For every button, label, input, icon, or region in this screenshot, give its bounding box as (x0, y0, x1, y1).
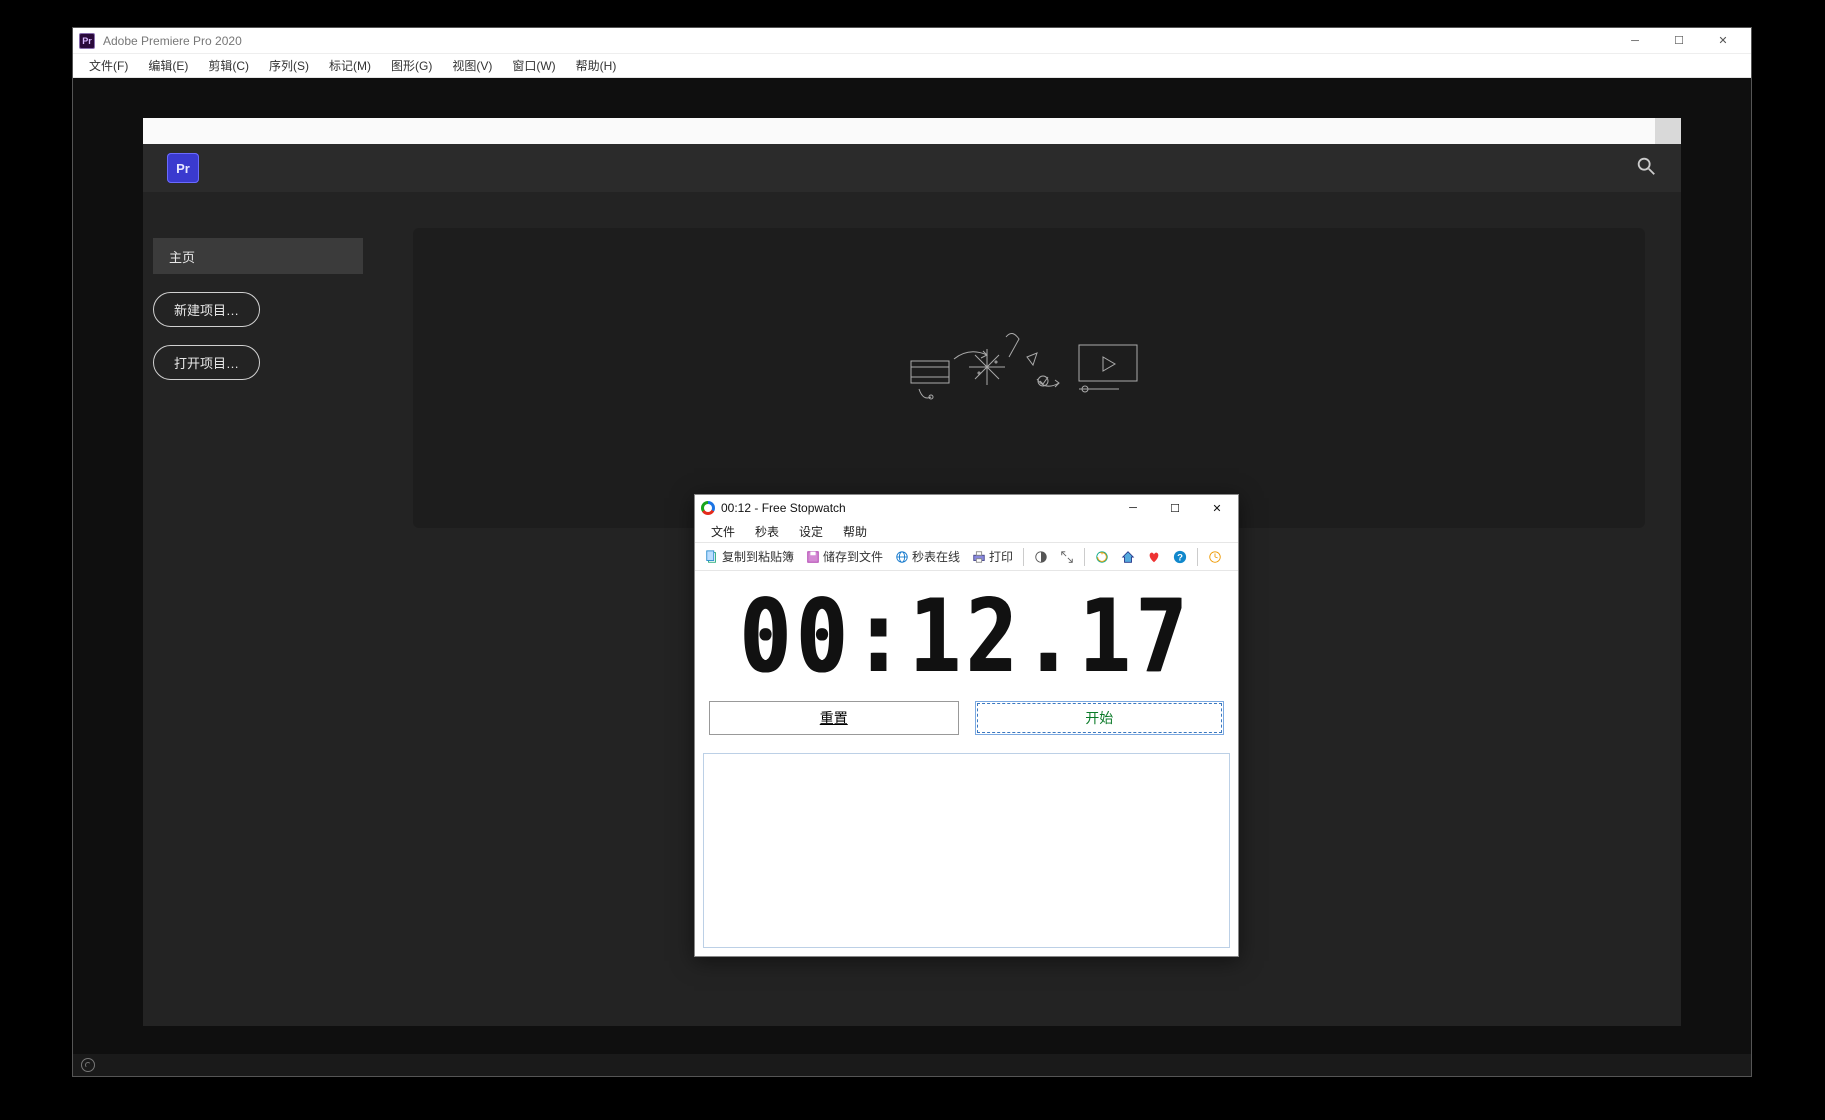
search-icon[interactable] (1635, 155, 1657, 182)
sw-menu-stopwatch[interactable]: 秒表 (745, 521, 789, 542)
copy-label: 复制到粘贴簿 (722, 548, 794, 565)
home-whitebar (143, 118, 1681, 144)
save-label: 储存到文件 (823, 548, 883, 565)
refresh-button[interactable] (1091, 548, 1113, 566)
fullscreen-button[interactable] (1056, 548, 1078, 566)
online-label: 秒表在线 (912, 548, 960, 565)
stopwatch-window: 00:12 - Free Stopwatch ─ ☐ ✕ 文件 秒表 设定 帮助… (694, 494, 1239, 957)
stopwatch-online-button[interactable]: 秒表在线 (891, 546, 964, 567)
copy-to-clipboard-button[interactable]: 复制到粘贴簿 (701, 546, 798, 567)
contrast-icon (1034, 550, 1048, 564)
save-to-file-button[interactable]: 储存到文件 (802, 546, 887, 567)
stopwatch-menubar: 文件 秒表 设定 帮助 (695, 521, 1238, 543)
svg-text:?: ? (1177, 552, 1183, 563)
premiere-app-icon: Pr (79, 33, 95, 49)
print-button[interactable]: 打印 (968, 546, 1017, 567)
sw-maximize-button[interactable]: ☐ (1154, 495, 1196, 521)
printer-icon (972, 550, 986, 564)
print-label: 打印 (989, 548, 1013, 565)
clipboard-icon (705, 550, 719, 564)
premiere-logo-icon: Pr (167, 153, 199, 183)
heart-icon (1147, 550, 1161, 564)
welcome-illustration-icon (909, 331, 1149, 426)
minimize-button[interactable]: ─ (1613, 29, 1657, 53)
sw-close-button[interactable]: ✕ (1196, 495, 1238, 521)
favorite-button[interactable] (1143, 548, 1165, 566)
menu-window[interactable]: 窗口(W) (502, 55, 565, 76)
reset-button[interactable]: 重置 (709, 701, 959, 735)
sw-menu-help[interactable]: 帮助 (833, 521, 877, 542)
sw-minimize-button[interactable]: ─ (1112, 495, 1154, 521)
help-button[interactable]: ? (1169, 548, 1191, 566)
menu-clip[interactable]: 剪辑(C) (198, 55, 259, 76)
menu-sequence[interactable]: 序列(S) (259, 55, 319, 76)
stopwatch-app-icon (701, 501, 715, 515)
menu-view[interactable]: 视图(V) (442, 55, 502, 76)
time-display: 00:12.17 (695, 571, 1238, 701)
close-button[interactable]: ✕ (1701, 29, 1745, 53)
save-icon (806, 550, 820, 564)
creative-cloud-icon[interactable] (81, 1058, 95, 1072)
laps-list[interactable] (703, 753, 1230, 948)
stopwatch-title: 00:12 - Free Stopwatch (721, 501, 846, 515)
home-button[interactable] (1117, 548, 1139, 566)
question-icon: ? (1173, 550, 1187, 564)
whitebar-corner (1655, 118, 1681, 144)
home-icon (1121, 550, 1135, 564)
menu-file[interactable]: 文件(F) (79, 55, 138, 76)
open-project-button[interactable]: 打开项目… (153, 345, 260, 380)
menu-edit[interactable]: 编辑(E) (138, 55, 198, 76)
home-toolbar: Pr (143, 144, 1681, 192)
start-button[interactable]: 开始 (975, 701, 1225, 735)
maximize-button[interactable]: ☐ (1657, 29, 1701, 53)
premiere-menubar: 文件(F) 编辑(E) 剪辑(C) 序列(S) 标记(M) 图形(G) 视图(V… (73, 54, 1751, 78)
sw-menu-settings[interactable]: 设定 (789, 521, 833, 542)
stopwatch-toolbar: 复制到粘贴簿 储存到文件 秒表在线 打印 ? (695, 543, 1238, 571)
contrast-button[interactable] (1030, 548, 1052, 566)
home-welcome-card (413, 228, 1645, 528)
stopwatch-titlebar[interactable]: 00:12 - Free Stopwatch ─ ☐ ✕ (695, 495, 1238, 521)
premiere-titlebar[interactable]: Pr Adobe Premiere Pro 2020 ─ ☐ ✕ (73, 28, 1751, 54)
clock-button[interactable] (1204, 548, 1226, 566)
time-value: 00:12.17 (740, 577, 1193, 695)
globe-icon (895, 550, 909, 564)
expand-icon (1060, 550, 1074, 564)
tab-home[interactable]: 主页 (153, 238, 363, 274)
menu-help[interactable]: 帮助(H) (566, 55, 627, 76)
sw-menu-file[interactable]: 文件 (701, 521, 745, 542)
new-project-button[interactable]: 新建项目… (153, 292, 260, 327)
menu-graphics[interactable]: 图形(G) (381, 55, 442, 76)
home-sidebar: 主页 新建项目… 打开项目… (143, 192, 413, 1026)
premiere-statusbar (73, 1054, 1751, 1076)
menu-mark[interactable]: 标记(M) (319, 55, 381, 76)
globe-refresh-icon (1095, 550, 1109, 564)
premiere-title: Adobe Premiere Pro 2020 (103, 34, 242, 48)
clock-icon (1208, 550, 1222, 564)
